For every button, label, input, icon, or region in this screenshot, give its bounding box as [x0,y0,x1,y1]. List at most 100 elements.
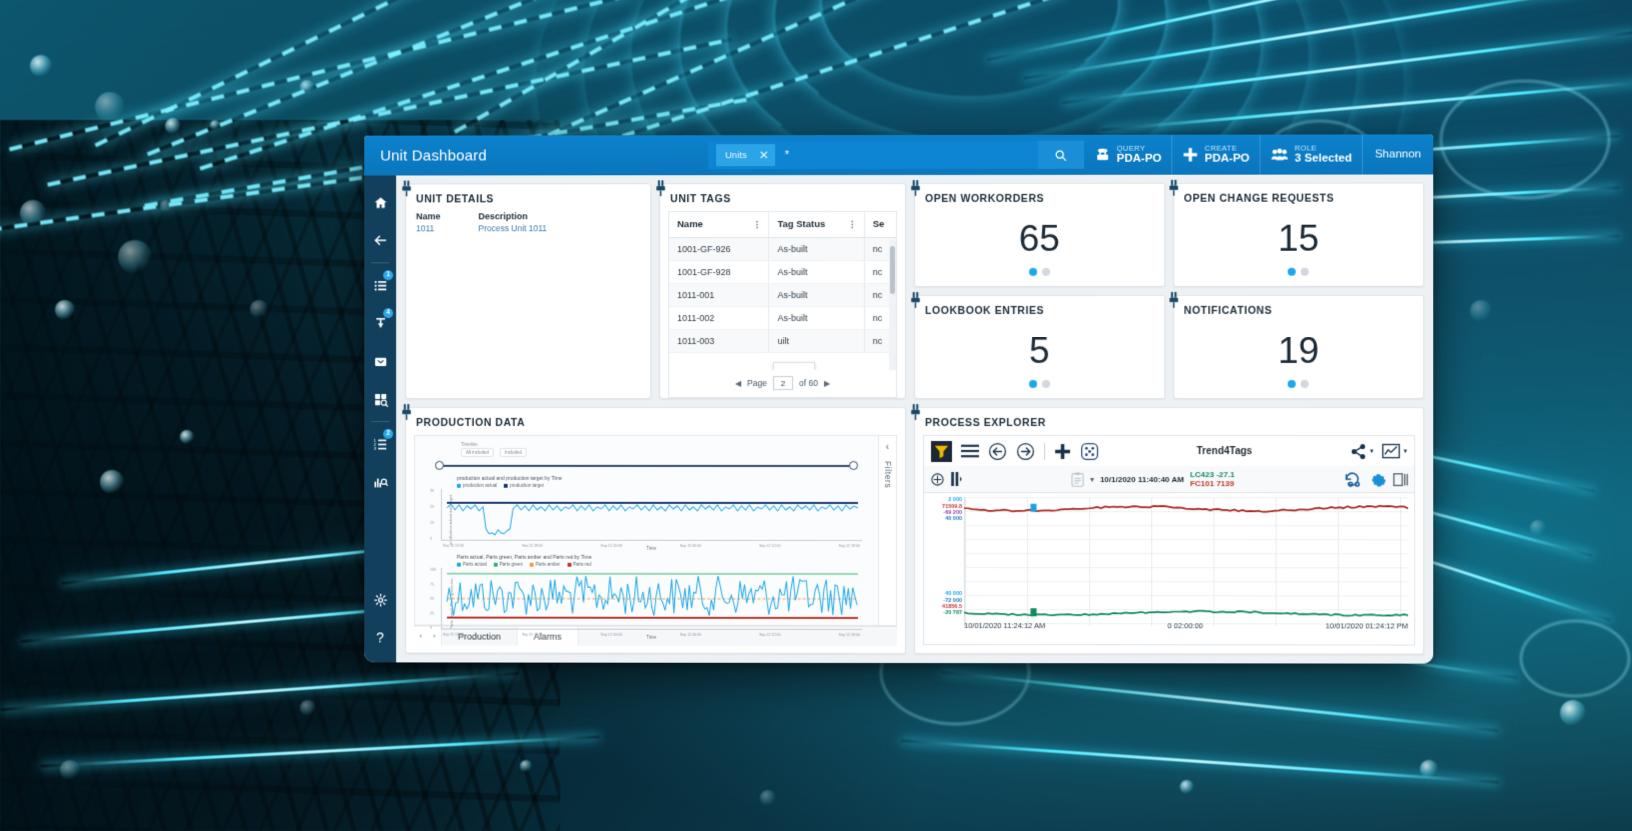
dot[interactable] [1301,268,1309,276]
cell-name: 1011-001 [669,284,769,307]
search-chip[interactable]: Units ✕ [716,144,775,166]
header-action-role[interactable]: ROLE 3 Selected [1260,134,1362,174]
chart2-plot: Parts actual, Parts green etc. 100755025… [441,568,862,640]
sidebar-item-numbered-list[interactable]: 1 2 3 2 [364,425,396,463]
pager-prev-button[interactable]: ◀ [735,379,741,388]
sidebar: 1 4 [364,175,396,662]
status-dropdown-overlay[interactable]: ⌄ [773,362,815,370]
pin-icon[interactable] [906,180,924,202]
table-row[interactable]: 1001-GF-928As-builtnc [669,261,896,284]
sidebar-item-pin[interactable]: 4 [364,304,396,342]
table-row[interactable]: 1011-002As-builtnc [669,307,896,330]
gear-icon [373,592,388,607]
pager-input[interactable] [773,376,793,390]
filters-panel-toggle[interactable]: ‹ Filters [878,436,896,625]
close-icon[interactable]: ✕ [759,149,769,161]
table-row[interactable]: 1011-003uiltnc [669,330,896,353]
pin-icon[interactable] [651,180,669,202]
share-icon[interactable] [1350,443,1367,460]
chart-type-caret[interactable]: ▾ [1404,448,1408,456]
sidebar-item-help[interactable]: ? [364,618,396,656]
page-title: Unit Dashboard [364,147,708,164]
column-header-se[interactable]: Se [864,212,896,238]
sidebar-item-grid-search[interactable] [364,380,396,418]
tab-prev-icon[interactable]: ‹ [419,632,422,641]
sidebar-bottom: ? [364,581,396,663]
dot-active[interactable] [1029,380,1037,388]
history-icon[interactable] [1344,472,1364,488]
slider-handle-left[interactable] [435,461,444,470]
menu-icon[interactable] [961,444,979,458]
sidebar-item-analytics[interactable] [364,463,396,501]
pin-icon[interactable] [397,180,415,202]
search-icon [1054,148,1067,161]
pin-icon[interactable] [906,404,924,426]
sidebar-item-list[interactable]: 1 [364,266,396,304]
pager-next-button[interactable]: ▶ [824,379,830,388]
pin-icon[interactable] [1165,292,1183,314]
field-name: Name 1011 [416,211,440,233]
dashboard-row-bottom: PRODUCTION DATA Timeline All included In… [405,407,1424,654]
range-slider[interactable] [433,460,860,472]
trend-xaxis: 10/01/2020 11:24:12 AM 0 02:00:00 10/01/… [964,621,1408,630]
pause-icon[interactable] [951,472,962,486]
panel-icon[interactable] [1393,472,1408,487]
column-header-name[interactable]: Name ⋮ [669,212,769,238]
query-icon [1094,147,1111,162]
dot-active[interactable] [1288,268,1296,276]
kebab-icon[interactable]: ⋮ [752,221,761,228]
table-row[interactable]: 1011-001As-builtnc [669,284,896,307]
pin-icon[interactable] [397,404,415,426]
slider-handle-right[interactable] [849,461,858,470]
header-action-create[interactable]: CREATE PDA-PO [1172,135,1260,175]
tab-scroll-controls[interactable]: ‹ › [414,627,442,646]
clipboard-icon[interactable] [1071,472,1084,487]
dot[interactable] [1042,380,1050,388]
table-row[interactable]: 1001-GF-926As-builtnc [669,238,896,261]
kebab-icon[interactable]: ⋮ [848,221,857,228]
dot-active[interactable] [1288,380,1296,388]
forward-circle-icon[interactable] [1016,442,1035,461]
dot[interactable] [1301,380,1309,388]
chart1-title: production actual and production target … [457,476,870,482]
zoom-pan-icon[interactable] [930,472,945,487]
pin-icon[interactable] [1165,180,1183,202]
add-icon[interactable] [1054,443,1071,460]
tab-next-icon[interactable]: › [433,632,436,641]
sidebar-divider [371,262,389,263]
search-input[interactable] [775,148,985,162]
chart-type-icon[interactable] [1382,444,1400,460]
chevron-down-icon: ⌄ [789,368,798,370]
sidebar-item-inbox[interactable] [364,342,396,380]
column-header-tag-status[interactable]: Tag Status ⋮ [769,212,864,238]
cell-status: As-built [769,238,864,261]
grid-search-icon [373,392,388,407]
trend-marker-green [1031,609,1037,617]
search-button[interactable] [1038,141,1084,169]
dot[interactable] [1042,268,1050,276]
dot-active[interactable] [1029,268,1037,276]
sidebar-item-back[interactable] [364,221,396,259]
trend-yaxis-top: 2 000 71509.8 -69 200 40 000 [926,497,962,522]
timeline-chip[interactable]: Included [500,448,527,457]
filter-icon[interactable] [931,441,952,462]
sidebar-item-settings[interactable] [364,581,396,619]
user-menu[interactable]: Shannon [1362,134,1433,174]
header-action-value: 3 Selected [1295,152,1352,164]
cell-status: uilt [769,330,864,353]
gear-icon[interactable] [1370,471,1387,488]
sidebar-item-home[interactable] [364,183,396,221]
timeline-chip[interactable]: All included [461,448,494,457]
chevron-down-icon[interactable]: ▾ [1090,475,1094,484]
header-action-query[interactable]: QUERY PDA-PO [1084,135,1172,175]
unit-tags-body: 1001-GF-926As-builtnc 1001-GF-928As-buil… [669,238,896,353]
trend-chart[interactable]: 2 000 71509.8 -69 200 40 000 40 000 -72 … [923,493,1415,645]
timeline-slider-row: Timeline All included Included [423,442,870,472]
card-title: UNIT TAGS [660,184,905,211]
share-dropdown-caret[interactable]: ▾ [1370,448,1374,456]
trend-tag-red: FC101 7139 [1190,480,1235,489]
pin-icon[interactable] [906,292,924,314]
markers-icon[interactable] [1080,442,1099,461]
back-circle-icon[interactable] [988,442,1007,461]
table-scrollbar[interactable] [889,240,896,370]
